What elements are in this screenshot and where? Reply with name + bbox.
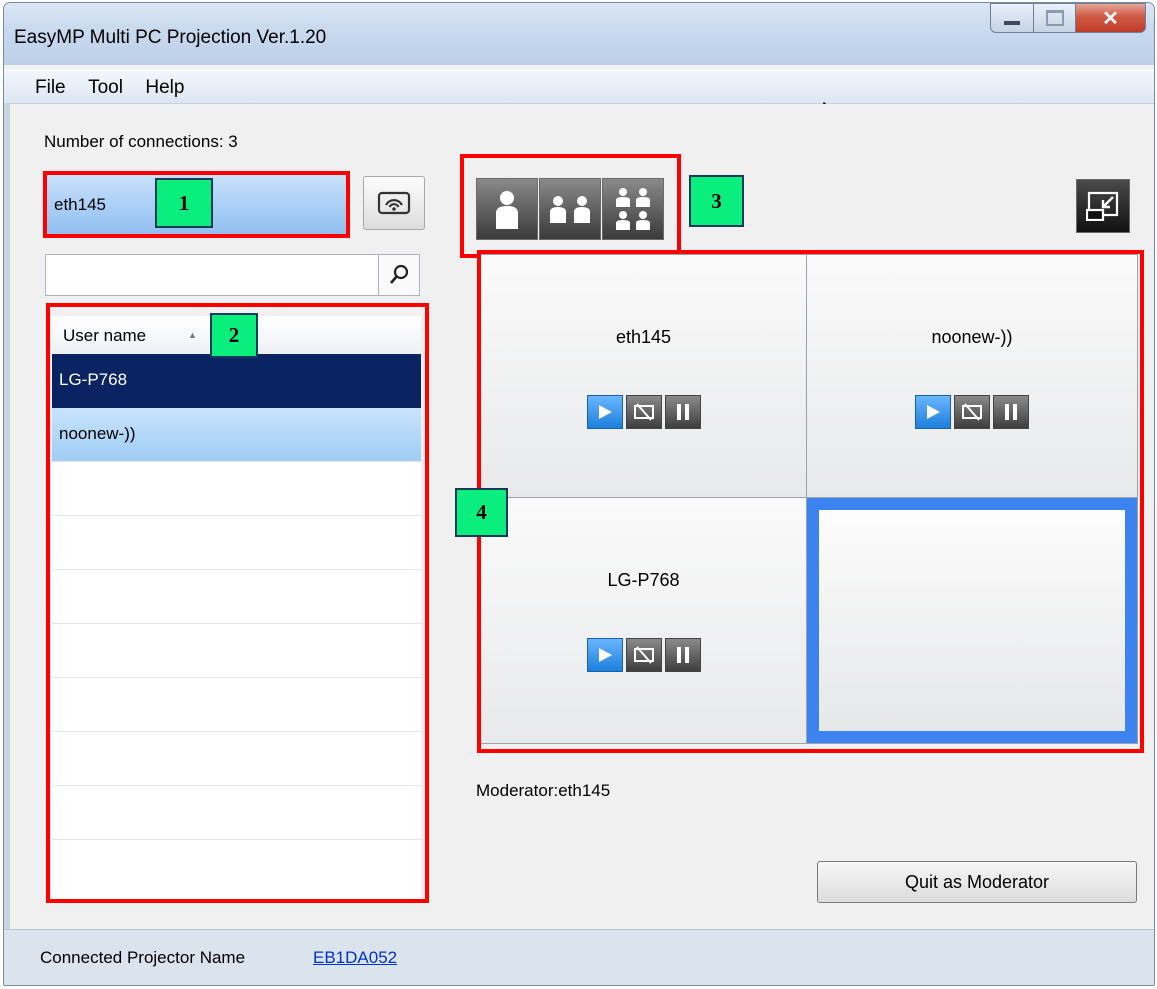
search-button[interactable]	[378, 255, 419, 295]
close-button[interactable]: ✕	[1076, 3, 1146, 33]
projector-name-label: Connected Projector Name	[40, 948, 246, 967]
left-edge	[4, 104, 10, 929]
maximize-icon	[1045, 10, 1064, 26]
minimize-button[interactable]	[990, 3, 1034, 33]
app-window: EasyMP Multi PC Projection Ver.1.20 ✕ Fi…	[3, 2, 1155, 986]
menu-help[interactable]: Help	[145, 77, 184, 99]
menu-file[interactable]: File	[35, 77, 66, 99]
user-search-input[interactable]	[48, 257, 377, 293]
window-title: EasyMP Multi PC Projection Ver.1.20	[14, 27, 327, 48]
callout-tag-1: 1	[155, 178, 213, 228]
close-icon: ✕	[1102, 7, 1119, 30]
maximize-button[interactable]	[1034, 3, 1076, 33]
menu-bar: File Tool Help	[4, 69, 1154, 104]
quit-moderator-button[interactable]: Quit as Moderator	[817, 861, 1137, 903]
main-content: Number of connections: 3 eth145 1 User n…	[4, 104, 1154, 929]
callout-box-4	[477, 250, 1144, 753]
callout-tag-3: 3	[689, 175, 744, 227]
menu-tool[interactable]: Tool	[88, 77, 123, 99]
minimize-icon	[1004, 21, 1020, 25]
search-icon	[390, 264, 409, 284]
connections-count: Number of connections: 3	[44, 132, 238, 151]
fullscreen-button[interactable]	[1076, 179, 1130, 233]
title-bar[interactable]: EasyMP Multi PC Projection Ver.1.20 ✕	[4, 3, 1154, 65]
callout-box-3	[460, 154, 681, 258]
window-controls: ✕	[990, 3, 1146, 35]
callout-box-2	[46, 303, 429, 903]
moderator-label: Moderator:eth145	[476, 781, 611, 800]
callout-tag-4: 4	[455, 488, 508, 537]
status-bar: Connected Projector Name EB1DA052	[4, 929, 1154, 985]
user-search-field[interactable]	[45, 254, 420, 296]
projector-name-link[interactable]: EB1DA052	[313, 948, 397, 968]
minimize-window-icon	[1086, 191, 1119, 221]
wireless-projector-icon	[377, 191, 411, 215]
callout-tag-2: 2	[210, 313, 258, 358]
wireless-connect-button[interactable]	[363, 176, 425, 230]
